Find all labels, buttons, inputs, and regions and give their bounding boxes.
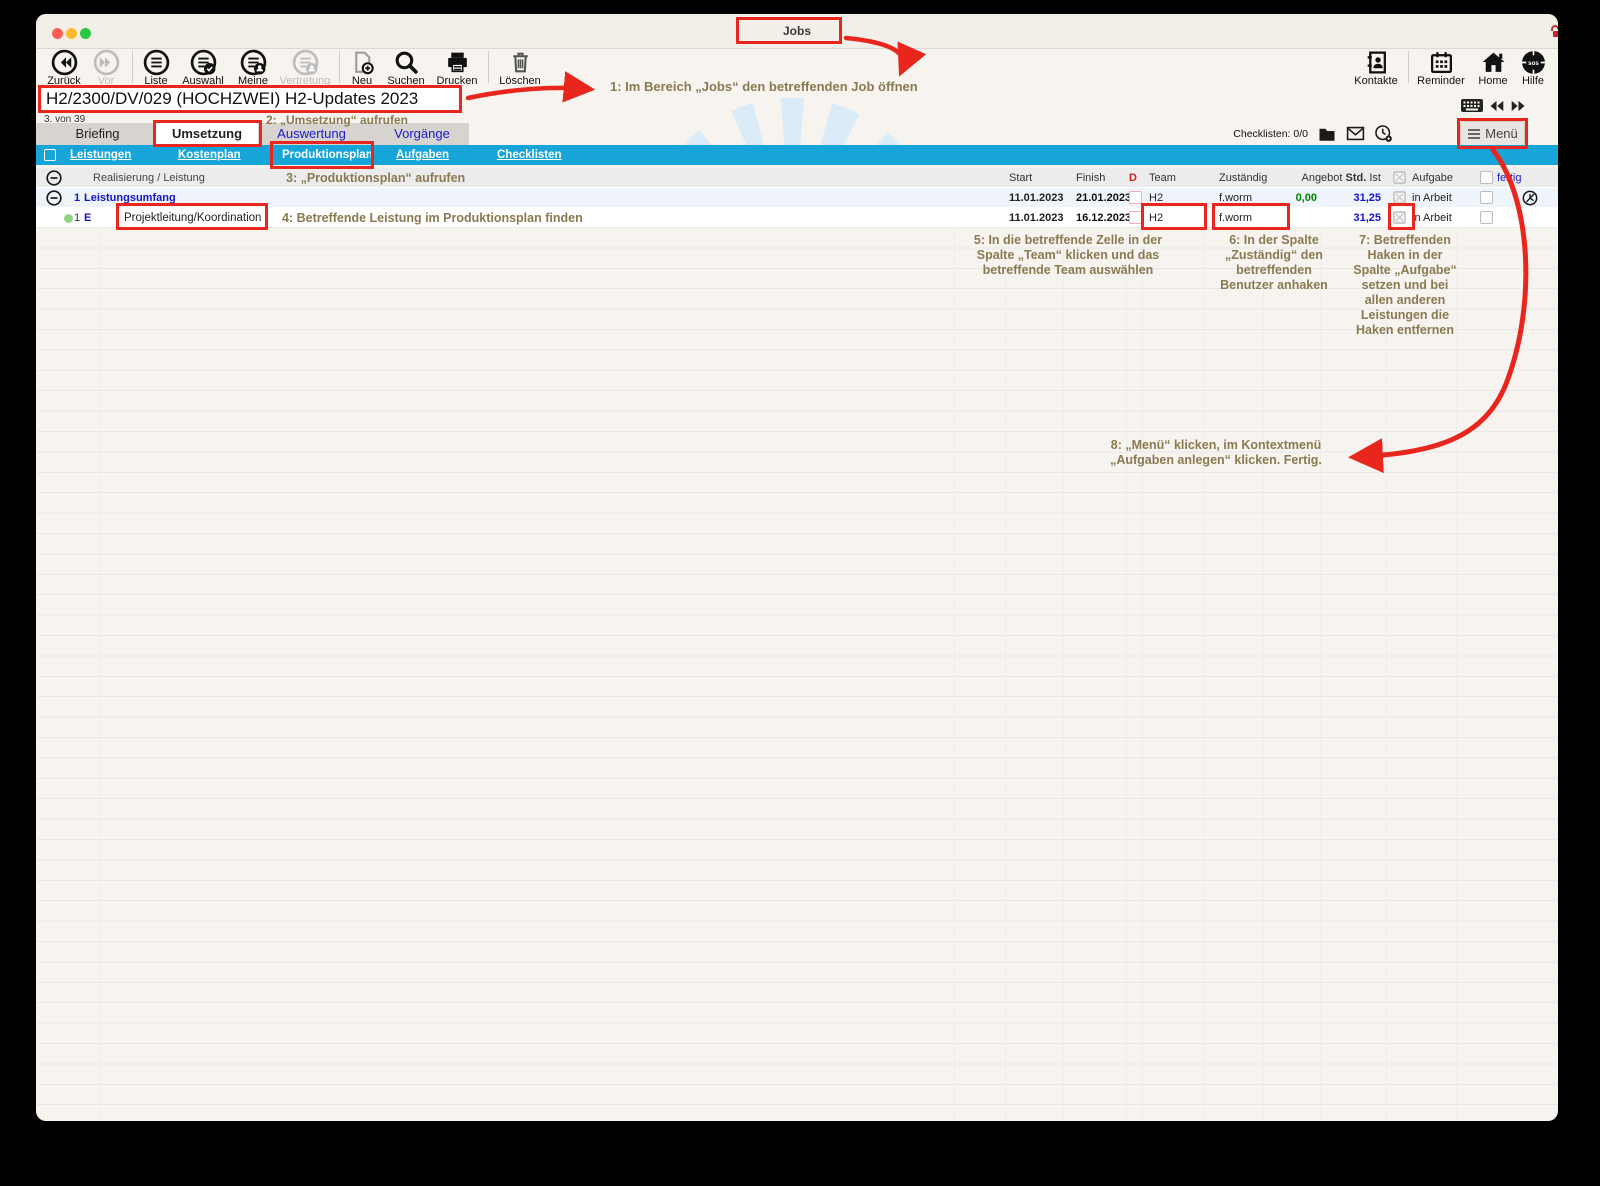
print-button[interactable]: Drucken xyxy=(431,49,483,87)
highlight-box-umsetzung xyxy=(153,120,262,147)
annotation-step1: 1: Im Bereich „Jobs“ den betreffenden Jo… xyxy=(610,79,918,94)
delete-button[interactable]: Löschen xyxy=(494,49,546,87)
subtab-bar: Leistungen Kostenplan Produktionsplan Au… xyxy=(36,145,1558,165)
row-code: E xyxy=(84,208,91,228)
finish-date[interactable]: 21.01.2023 xyxy=(1076,188,1131,208)
new-document-icon xyxy=(349,49,376,76)
forward-button[interactable]: Vor xyxy=(86,49,126,87)
sos-lifebuoy-icon: sos xyxy=(1520,49,1547,76)
svg-text:sos: sos xyxy=(1528,60,1539,67)
list-person-disabled-icon xyxy=(292,49,319,76)
ist-value[interactable]: 31,25 xyxy=(1331,188,1381,208)
toolbar-separator xyxy=(1408,51,1409,83)
list-check-icon xyxy=(190,49,217,76)
status-dot-green xyxy=(64,214,73,223)
new-button[interactable]: Neu xyxy=(343,49,381,87)
status-text: in Arbeit xyxy=(1412,188,1452,208)
highlight-box-aufgabe-checkbox xyxy=(1388,203,1415,230)
col-header-team[interactable]: Team xyxy=(1149,168,1176,188)
unlocked-padlock-icon xyxy=(1548,24,1558,39)
collapse-all-icon[interactable] xyxy=(46,170,62,186)
screenshot-stage: Jobs Zurück Vor Liste xyxy=(0,0,1600,1186)
collapse-group-icon[interactable] xyxy=(46,190,62,206)
search-button[interactable]: Suchen xyxy=(381,49,431,87)
col-header-angebot-std-ist[interactable]: Angebot Std. Ist xyxy=(1271,168,1381,188)
col-header-zustaendig[interactable]: Zuständig xyxy=(1219,168,1267,188)
col-header-d[interactable]: D xyxy=(1129,168,1137,188)
back-button[interactable]: Zurück xyxy=(42,49,86,87)
home-icon xyxy=(1480,49,1507,76)
app-window: Jobs Zurück Vor Liste xyxy=(36,14,1558,1121)
row-number: 1 xyxy=(74,188,80,208)
envelope-icon[interactable] xyxy=(1346,126,1365,141)
deadline-clock-icon[interactable] xyxy=(1522,190,1538,206)
back-icon xyxy=(51,49,78,76)
forward-icon xyxy=(93,49,120,76)
help-button[interactable]: sos Hilfe xyxy=(1514,49,1552,87)
highlight-box-jobs xyxy=(736,17,842,44)
start-date[interactable]: 11.01.2023 xyxy=(1009,188,1063,208)
col-header-finish[interactable]: Finish xyxy=(1076,168,1105,188)
reminder-button[interactable]: Reminder xyxy=(1412,49,1470,87)
fertig-checkbox[interactable] xyxy=(1480,211,1493,224)
list-person-icon xyxy=(240,49,267,76)
contacts-icon xyxy=(1363,49,1390,76)
search-icon xyxy=(393,49,420,76)
brand-watermark-logo xyxy=(620,88,965,145)
row-number: 1 xyxy=(74,208,80,228)
annotation-step4: 4: Betreffende Leistung im Produktionspl… xyxy=(282,211,583,226)
list-button[interactable]: Liste xyxy=(136,49,176,87)
col-header-aufgabe[interactable]: Aufgabe xyxy=(1412,168,1453,188)
home-button[interactable]: Home xyxy=(1472,49,1514,87)
col-header-start[interactable]: Start xyxy=(1009,168,1032,188)
highlight-box-team-cell xyxy=(1141,203,1207,230)
folder-icon[interactable] xyxy=(1318,126,1336,142)
list-icon xyxy=(143,49,170,76)
finish-date[interactable]: 16.12.2023 xyxy=(1076,208,1131,228)
next-record-icon[interactable] xyxy=(1510,99,1527,113)
trash-icon xyxy=(507,49,534,76)
annotation-step7: 7: Betreffenden Haken in der Spalte „Auf… xyxy=(1325,233,1485,338)
fertig-header-checkbox[interactable] xyxy=(1480,171,1493,184)
table-header-row: Realisierung / Leistung 3: „Produktionsp… xyxy=(36,168,1558,188)
highlight-box-zustaendig-cell xyxy=(1212,203,1290,230)
previous-record-icon[interactable] xyxy=(1488,99,1505,113)
calendar-icon xyxy=(1428,49,1455,76)
col-header-realisierung[interactable]: Realisierung / Leistung xyxy=(93,168,205,188)
selection-button[interactable]: Auswahl xyxy=(176,49,230,87)
aufgabe-header-checkbox[interactable] xyxy=(1393,171,1406,184)
highlight-box-produktionsplan xyxy=(270,141,374,169)
toolbar-separator xyxy=(339,51,340,83)
clock-add-icon[interactable] xyxy=(1374,124,1393,143)
start-date[interactable]: 11.01.2023 xyxy=(1009,208,1063,228)
printer-icon xyxy=(444,49,471,76)
subtab-checklisten[interactable]: Checklisten xyxy=(497,145,562,165)
status-text: in Arbeit xyxy=(1412,208,1452,228)
ist-value[interactable]: 31,25 xyxy=(1331,208,1381,228)
arrow-title-to-step1 xyxy=(468,88,588,98)
annotation-step5: 5: In die betreffende Zelle in der Spalt… xyxy=(918,233,1218,278)
tab-briefing[interactable]: Briefing xyxy=(50,123,145,145)
checklists-counter: Checklisten: 0/0 xyxy=(1216,123,1308,145)
substitute-button[interactable]: Vertretung xyxy=(274,49,336,87)
toolbar-separator xyxy=(132,51,133,83)
highlight-box-menu xyxy=(1457,118,1528,149)
empty-grid-rows xyxy=(36,228,1558,1121)
keyboard-icon[interactable] xyxy=(1460,98,1484,114)
subtab-aufgaben[interactable]: Aufgaben xyxy=(396,145,449,165)
subtab-leistungen[interactable]: Leistungen xyxy=(70,145,131,165)
annotation-step8: 8: „Menü“ klicken, im Kontextmenü „Aufga… xyxy=(1066,438,1366,468)
highlight-box-leistung xyxy=(116,203,268,230)
toolbar-separator xyxy=(488,51,489,83)
subtab-kostenplan[interactable]: Kostenplan xyxy=(178,145,241,165)
fertig-checkbox[interactable] xyxy=(1480,191,1493,204)
highlight-box-job-title xyxy=(38,85,462,113)
annotation-step3: 3: „Produktionsplan“ aufrufen xyxy=(286,171,465,186)
annotation-step2: 2: „Umsetzung“ aufrufen xyxy=(266,113,408,128)
col-header-fertig[interactable]: fertig xyxy=(1497,168,1521,188)
my-jobs-button[interactable]: Meine xyxy=(232,49,274,87)
contacts-button[interactable]: Kontakte xyxy=(1348,49,1404,87)
select-all-checkbox[interactable] xyxy=(44,149,56,161)
